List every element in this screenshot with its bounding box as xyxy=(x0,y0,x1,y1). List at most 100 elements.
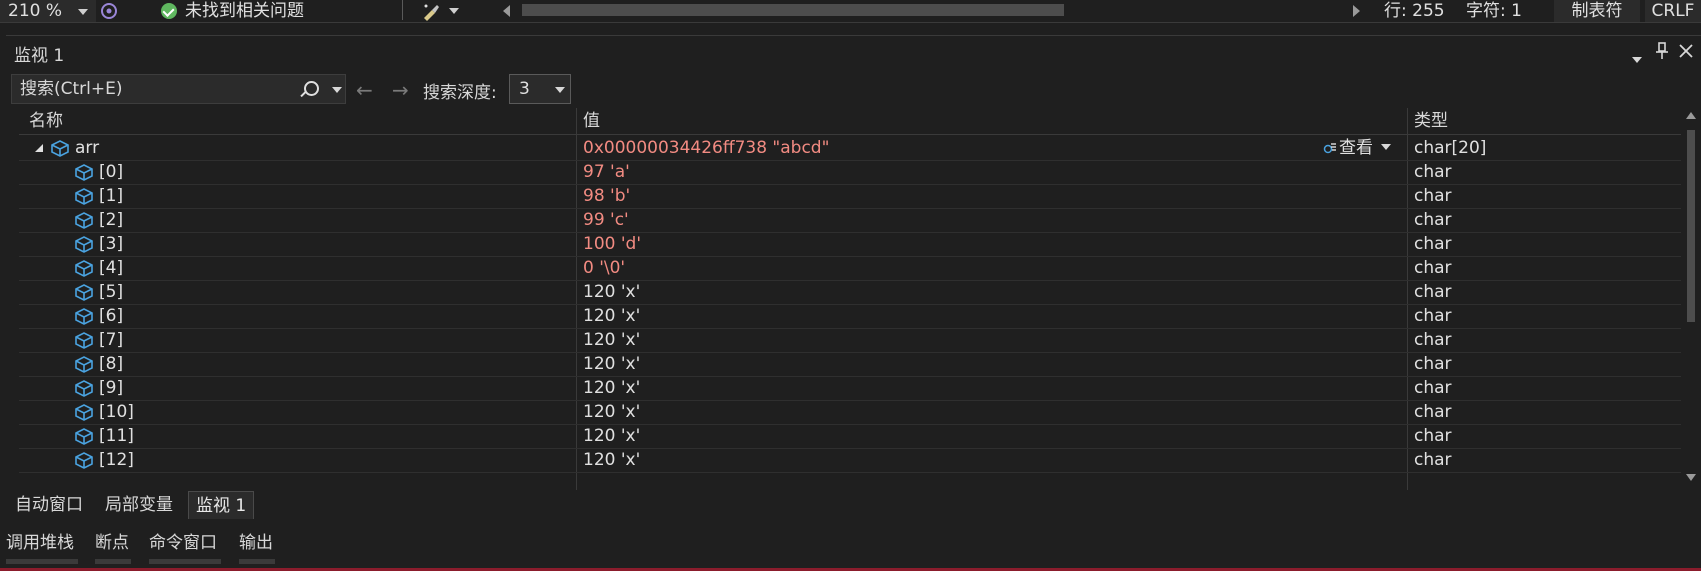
tree-row-root[interactable]: arr 0x00000034426ff738 "abcd" 查看 char[20] xyxy=(19,135,1681,161)
row-value[interactable]: 120 'x' xyxy=(583,375,640,401)
window-position-dropdown[interactable] xyxy=(1632,49,1642,67)
tab-command-window[interactable]: 命令窗口 xyxy=(149,528,221,564)
tab-call-stack[interactable]: 调用堆栈 xyxy=(6,528,78,564)
arrow-left-icon[interactable]: ← xyxy=(356,80,373,100)
table-row[interactable]: [0] 97 'a' char xyxy=(19,159,1681,185)
search-input[interactable]: 搜索(Ctrl+E) xyxy=(20,75,123,103)
table-row[interactable]: [12] 120 'x' char xyxy=(19,447,1681,473)
variable-cube-icon xyxy=(74,355,94,373)
table-row[interactable]: [5] 120 'x' char xyxy=(19,279,1681,305)
table-row[interactable]: [6] 120 'x' char xyxy=(19,303,1681,329)
table-row[interactable]: [4] 0 '\0' char xyxy=(19,255,1681,281)
column-header-type[interactable]: 类型 xyxy=(1414,108,1448,134)
scroll-right-icon[interactable] xyxy=(1353,5,1360,17)
row-name[interactable]: [4] xyxy=(99,255,123,281)
row-name[interactable]: [5] xyxy=(99,279,123,305)
horizontal-scrollbar-thumb[interactable] xyxy=(522,4,1064,16)
vertical-scrollbar[interactable] xyxy=(1684,108,1698,490)
row-value[interactable]: 120 'x' xyxy=(583,399,640,425)
row-value[interactable]: 97 'a' xyxy=(583,159,630,185)
row-type: char xyxy=(1414,402,1452,422)
row-name[interactable]: [6] xyxy=(99,303,123,329)
variable-cube-icon xyxy=(74,283,94,301)
tab-underline xyxy=(6,559,78,564)
row-name[interactable]: [11] xyxy=(99,423,134,449)
scroll-up-icon[interactable] xyxy=(1686,112,1696,119)
row-value[interactable]: 100 'd' xyxy=(583,231,641,257)
line-ending-indicator[interactable]: CRLF xyxy=(1645,0,1701,22)
chevron-down-icon xyxy=(1632,57,1642,63)
search-icon[interactable] xyxy=(304,81,319,96)
line-indicator[interactable]: 行: 255 xyxy=(1384,0,1445,22)
arrow-right-icon[interactable]: → xyxy=(392,80,409,100)
table-row[interactable]: [1] 98 'b' char xyxy=(19,183,1681,209)
close-icon[interactable] xyxy=(1679,44,1693,58)
scroll-down-icon[interactable] xyxy=(1686,474,1696,481)
table-row[interactable]: [7] 120 'x' char xyxy=(19,327,1681,353)
row-type: char[20] xyxy=(1414,138,1487,158)
visualizer-view-button[interactable]: 查看 xyxy=(1323,135,1391,161)
tab-label: 输出 xyxy=(239,533,273,553)
row-value[interactable]: 0 '\0' xyxy=(583,255,625,281)
row-name[interactable]: [8] xyxy=(99,351,123,377)
copilot-icon[interactable] xyxy=(100,2,118,20)
tab-underline xyxy=(95,559,131,564)
row-value[interactable]: 120 'x' xyxy=(583,423,640,449)
row-value[interactable]: 120 'x' xyxy=(583,351,640,377)
row-type: char xyxy=(1414,258,1452,278)
row-name[interactable]: [3] xyxy=(99,231,123,257)
row-value[interactable]: 98 'b' xyxy=(583,183,630,209)
row-name[interactable]: [2] xyxy=(99,207,123,233)
row-value[interactable]: 120 'x' xyxy=(583,279,640,305)
issues-status[interactable]: 未找到相关问题 xyxy=(185,0,304,22)
table-row[interactable]: [11] 120 'x' char xyxy=(19,423,1681,449)
row-type: char xyxy=(1414,186,1452,206)
row-value[interactable]: 120 'x' xyxy=(583,303,640,329)
row-name[interactable]: [1] xyxy=(99,183,123,209)
code-cleanup-icon[interactable] xyxy=(421,1,441,21)
table-row[interactable]: [8] 120 'x' char xyxy=(19,351,1681,377)
tab-breakpoints[interactable]: 断点 xyxy=(95,528,131,564)
variable-cube-icon xyxy=(74,427,94,445)
tab-underline xyxy=(239,559,275,564)
tab-autos[interactable]: 自动窗口 xyxy=(8,491,90,519)
collapse-arrow-icon[interactable] xyxy=(35,144,43,152)
watch-search[interactable]: 搜索(Ctrl+E) xyxy=(11,74,346,104)
table-row[interactable]: [3] 100 'd' char xyxy=(19,231,1681,257)
tab-mode-indicator[interactable]: 制表符 xyxy=(1554,0,1640,22)
tab-locals[interactable]: 局部变量 xyxy=(98,491,180,519)
scroll-left-icon[interactable] xyxy=(503,5,510,17)
table-row[interactable]: [9] 120 'x' char xyxy=(19,375,1681,401)
tab-output[interactable]: 输出 xyxy=(239,528,275,564)
watch-grid: 名称 值 类型 arr 0x00000034426ff738 "abcd" 查看 ch… xyxy=(19,108,1681,490)
row-name[interactable]: [10] xyxy=(99,399,134,425)
row-type: char xyxy=(1414,162,1452,182)
zoom-dropdown[interactable]: 210 % xyxy=(0,0,96,22)
variable-cube-icon xyxy=(74,403,94,421)
row-name[interactable]: arr xyxy=(75,135,99,161)
chevron-down-icon xyxy=(78,9,88,15)
row-value[interactable]: 120 'x' xyxy=(583,447,640,473)
table-row[interactable]: [2] 99 'c' char xyxy=(19,207,1681,233)
search-depth-dropdown[interactable]: 3 xyxy=(509,74,571,104)
pin-icon[interactable] xyxy=(1656,42,1668,60)
row-name[interactable]: [0] xyxy=(99,159,123,185)
variable-cube-icon xyxy=(74,259,94,277)
chevron-down-icon xyxy=(555,87,565,93)
row-value[interactable]: 120 'x' xyxy=(583,327,640,353)
row-value[interactable]: 0x00000034426ff738 "abcd" xyxy=(583,135,829,161)
column-header-name[interactable]: 名称 xyxy=(29,108,63,134)
tab-watch-1[interactable]: 监视 1 xyxy=(188,491,255,519)
row-name[interactable]: [9] xyxy=(99,375,123,401)
variable-cube-icon xyxy=(50,139,70,157)
scrollbar-thumb[interactable] xyxy=(1687,130,1695,322)
column-header-value[interactable]: 值 xyxy=(583,108,600,134)
row-name[interactable]: [7] xyxy=(99,327,123,353)
table-row[interactable]: [10] 120 'x' char xyxy=(19,399,1681,425)
row-value[interactable]: 99 'c' xyxy=(583,207,629,233)
row-name[interactable]: [12] xyxy=(99,447,134,473)
chevron-down-icon[interactable] xyxy=(449,8,459,14)
chevron-down-icon[interactable] xyxy=(332,87,342,93)
tab-label: 调用堆栈 xyxy=(6,533,74,553)
char-indicator[interactable]: 字符: 1 xyxy=(1466,0,1522,22)
